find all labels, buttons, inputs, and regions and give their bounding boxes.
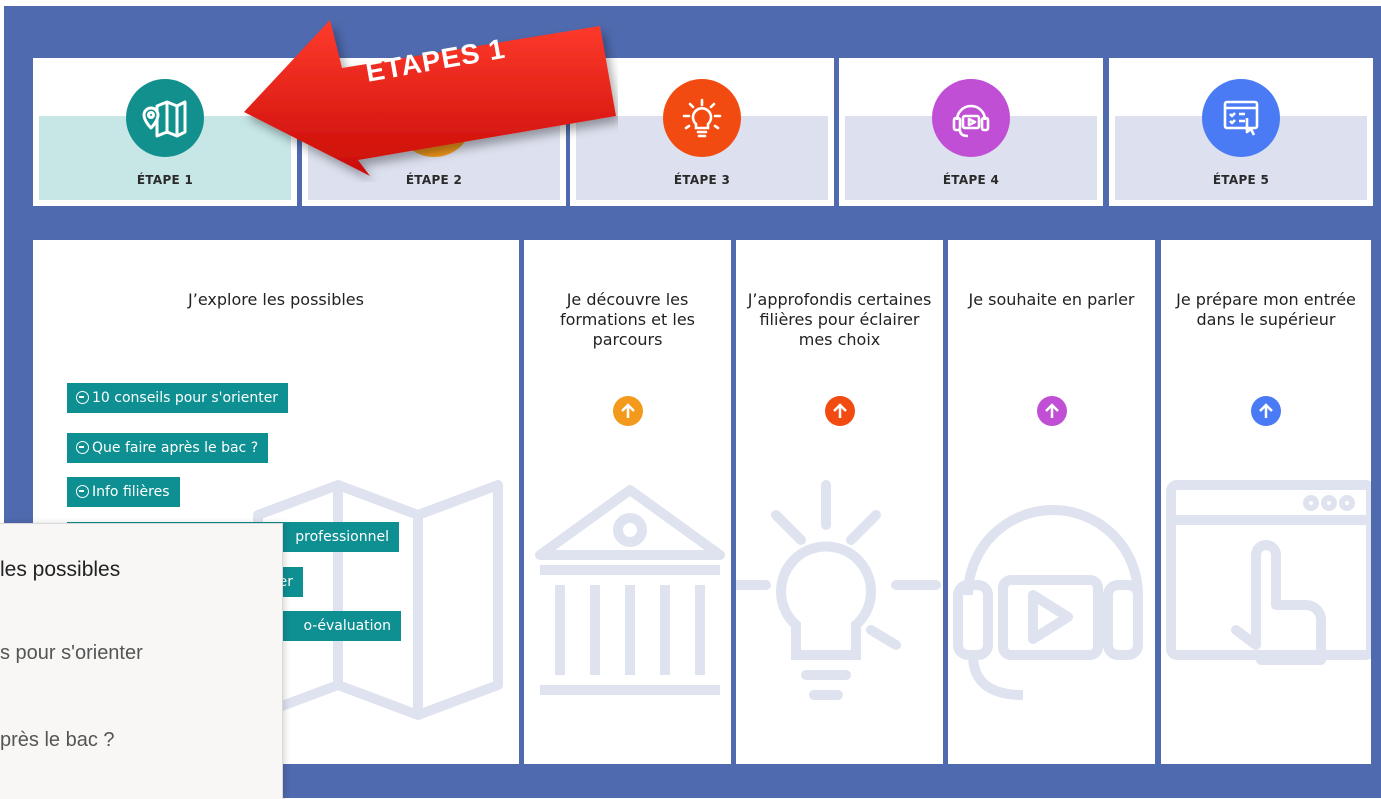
arrow-up-icon (832, 403, 847, 418)
annotation-arrow (244, 20, 616, 176)
arrow-up-icon (620, 403, 635, 418)
step-card-5[interactable]: ÉTAPE 5 (1109, 58, 1373, 206)
map-icon (253, 480, 503, 720)
circle-arrow-icon (76, 391, 89, 404)
screen-checklist-icon (1202, 79, 1280, 157)
circle-arrow-icon (76, 441, 89, 454)
map-pin-icon (126, 79, 204, 157)
lightbulb-ideas-icon (663, 79, 741, 157)
step-card-4[interactable]: ÉTAPE 4 (839, 58, 1103, 206)
step-label: ÉTAPE 4 (942, 173, 1000, 187)
column-superieur: Je prépare mon entrée dans le supérieur (1161, 240, 1371, 764)
scroll-up-button[interactable] (1251, 396, 1281, 426)
link-info-filieres[interactable]: Info filières (67, 477, 180, 507)
scroll-up-button[interactable] (612, 396, 643, 426)
link-apres-bac[interactable]: Que faire après le bac ? (67, 433, 269, 463)
step-label: ÉTAPE 5 (1212, 173, 1270, 187)
popup-item[interactable]: s pour s'orienter (0, 642, 143, 665)
arrow-up-icon (1044, 403, 1059, 418)
column-parler: Je souhaite en parler (948, 240, 1155, 764)
zoom-popup: les possibles s pour s'orienter près le … (0, 523, 283, 799)
column-title: Je prépare mon entrée dans le supérieur (1176, 290, 1356, 329)
popup-title: les possibles (0, 558, 121, 581)
screen-pointer-icon (1166, 480, 1371, 665)
column-title: J’approfondis certaines filières pour éc… (747, 290, 932, 349)
headset-video-icon (932, 79, 1010, 157)
headset-video-icon (953, 505, 1143, 700)
scroll-up-button[interactable] (1036, 396, 1067, 426)
column-formations: Je découvre les formations et les parcou… (524, 240, 731, 764)
institution-icon (535, 485, 725, 695)
popup-item[interactable]: près le bac ? (0, 729, 115, 752)
link-10-conseils[interactable]: 10 conseils pour s'orienter (67, 383, 289, 413)
scroll-up-button[interactable] (824, 396, 855, 426)
circle-arrow-icon (76, 485, 89, 498)
lightbulb-ideas-icon (736, 480, 941, 700)
arrow-up-icon (1259, 403, 1273, 418)
column-title: J’explore les possibles (188, 290, 364, 309)
column-filieres: J’approfondis certaines filières pour éc… (736, 240, 943, 764)
column-title: Je souhaite en parler (968, 290, 1135, 309)
column-title: Je découvre les formations et les parcou… (559, 290, 695, 349)
